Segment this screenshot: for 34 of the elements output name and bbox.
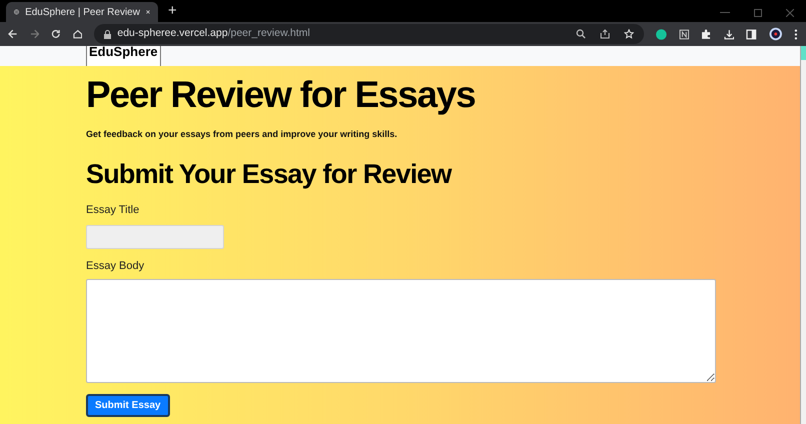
star-icon[interactable] bbox=[624, 29, 634, 39]
submit-essay-button[interactable]: Submit Essay bbox=[86, 394, 170, 416]
field-label: Essay Title bbox=[86, 202, 140, 218]
back-arrow-icon[interactable] bbox=[8, 29, 18, 39]
home-icon[interactable] bbox=[72, 29, 82, 39]
lock-icon bbox=[104, 30, 112, 38]
side-panel-icon[interactable] bbox=[746, 28, 757, 40]
globe-icon bbox=[14, 7, 20, 17]
close-icon[interactable] bbox=[146, 8, 150, 16]
page-subtitle: Get feedback on your essays from peers and improve your writing skills. bbox=[86, 128, 398, 141]
share-icon[interactable] bbox=[600, 29, 610, 39]
url-text: edu-spheree.vercel.app/peer_review.html bbox=[117, 26, 311, 42]
zoom-icon[interactable] bbox=[576, 29, 586, 39]
scrollbar[interactable] bbox=[800, 46, 806, 424]
forward-arrow-icon[interactable] bbox=[30, 29, 40, 39]
extension-icon[interactable] bbox=[678, 28, 690, 40]
puzzle-icon[interactable] bbox=[701, 28, 712, 40]
minimize-icon[interactable] bbox=[720, 12, 730, 14]
profile-avatar-icon[interactable] bbox=[768, 27, 782, 41]
restore-icon[interactable] bbox=[754, 9, 762, 17]
download-icon[interactable] bbox=[724, 28, 734, 40]
close-window-icon[interactable] bbox=[786, 9, 794, 17]
form-heading: Submit Your Essay for Review bbox=[86, 158, 452, 188]
menu-icon[interactable] bbox=[794, 28, 798, 40]
tab-title: EduSphere | Peer Review bbox=[25, 6, 140, 20]
essay-title-input[interactable] bbox=[86, 224, 224, 248]
browser-tab[interactable]: EduSphere | Peer Review bbox=[6, 2, 158, 22]
reload-icon[interactable] bbox=[51, 29, 61, 39]
address-bar[interactable]: edu-spheree.vercel.app/peer_review.html bbox=[94, 24, 644, 44]
new-tab-button[interactable]: + bbox=[168, 1, 177, 21]
extension-icon[interactable] bbox=[656, 28, 667, 40]
page-title: Peer Review for Essays bbox=[86, 75, 476, 115]
field-label: Essay Body bbox=[86, 258, 146, 274]
logo-text[interactable]: EduSphere bbox=[86, 46, 161, 66]
